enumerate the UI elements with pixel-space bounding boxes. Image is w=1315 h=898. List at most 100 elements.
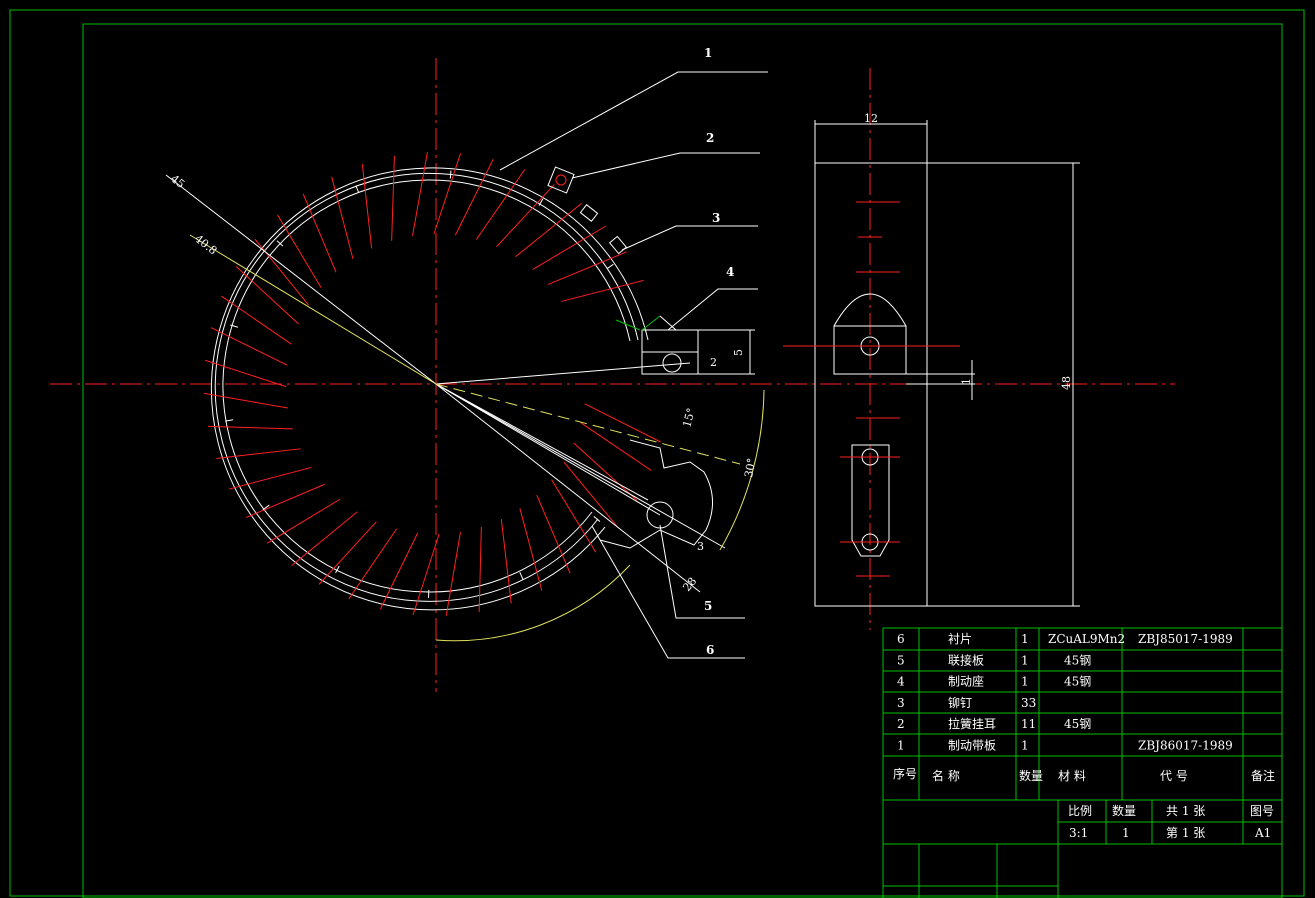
radial-tick bbox=[433, 153, 462, 235]
radial-tick bbox=[519, 508, 543, 591]
lining-gap bbox=[355, 185, 360, 194]
bom-cell-name: 拉簧挂耳 bbox=[948, 716, 996, 731]
bom-cell-material: 45钢 bbox=[1064, 675, 1091, 689]
radial-tick bbox=[547, 251, 627, 285]
lining-gap bbox=[449, 170, 452, 179]
bom-cell-material: 45钢 bbox=[1064, 717, 1091, 731]
bom-cell-qty: 33 bbox=[1021, 696, 1036, 710]
radial-tick bbox=[561, 279, 644, 302]
spring-ear bbox=[547, 166, 628, 255]
radial-tick bbox=[302, 193, 337, 273]
bom-cell-code: ZBJ86017-1989 bbox=[1138, 739, 1233, 753]
bom-cell-qty: 11 bbox=[1021, 717, 1036, 731]
bom-cell-name: 制动带板 bbox=[948, 739, 996, 753]
dim-12: 12 bbox=[864, 112, 878, 125]
dim-r45: 45 bbox=[168, 172, 187, 191]
dim-1: 1 bbox=[960, 378, 973, 385]
bom-cell-name: 制动座 bbox=[948, 674, 984, 689]
bom-cell-no: 6 bbox=[897, 632, 905, 646]
bom-cell-qty: 1 bbox=[1021, 675, 1029, 689]
bom-cell-qty: 1 bbox=[1021, 632, 1029, 646]
radial-tick bbox=[580, 422, 652, 471]
radial-tick bbox=[391, 155, 395, 241]
side-ticks bbox=[783, 201, 960, 577]
bom-cell-no: 1 bbox=[897, 739, 905, 753]
bom-cell-no: 2 bbox=[897, 717, 905, 731]
bom-cell-qty: 1 bbox=[1021, 739, 1029, 753]
label-drawing-no: 图号 bbox=[1250, 804, 1274, 818]
value-scale: 3:1 bbox=[1069, 826, 1088, 840]
bom-header: 序号 名 称 数量 材 料 代 号 备注 bbox=[893, 766, 1275, 783]
value-qty: 1 bbox=[1122, 826, 1130, 840]
seat-dim-lines bbox=[698, 329, 755, 375]
dim-28: 28 bbox=[680, 575, 699, 594]
center-lines bbox=[50, 58, 1175, 692]
brake-seat bbox=[641, 315, 699, 375]
radial-tick bbox=[500, 518, 512, 604]
dim-5: 5 bbox=[732, 349, 745, 356]
inner-border bbox=[82, 23, 1283, 898]
radial-tick bbox=[532, 225, 607, 270]
bom-cell-material: ZCuAL9Mn2 bbox=[1048, 632, 1125, 646]
dim-angle-30: 30° bbox=[742, 457, 758, 478]
bom-cell-name: 衬片 bbox=[948, 632, 972, 646]
header-code: 代 号 bbox=[1160, 769, 1188, 783]
radial-tick bbox=[291, 511, 358, 567]
callout-2: 2 bbox=[706, 131, 714, 145]
dim-3: 3 bbox=[697, 540, 704, 553]
callout-1: 1 bbox=[704, 46, 712, 60]
lining-gap bbox=[225, 419, 234, 422]
value-size: A1 bbox=[1254, 826, 1271, 840]
dim-angle-15: 15° bbox=[680, 407, 698, 429]
bom-cell-no: 5 bbox=[897, 653, 905, 667]
band-outer-arc bbox=[211, 167, 649, 611]
label-sheets-total: 共 1 张 bbox=[1166, 804, 1205, 818]
cad-drawing-canvas: 1 2 3 4 5 6 45 40.8 15° 30° 5 2 3 28 12 … bbox=[9, 9, 1305, 898]
header-qty: 数量 bbox=[1019, 768, 1043, 783]
header-no: 序号 bbox=[893, 766, 917, 781]
bom-cell-material: 45钢 bbox=[1064, 653, 1091, 667]
side-dims: 12 48 1 bbox=[864, 112, 1073, 390]
radial-tick bbox=[205, 359, 287, 388]
bom-cell-name: 联接板 bbox=[948, 652, 984, 667]
outer-border bbox=[9, 9, 1305, 897]
label-qty: 数量 bbox=[1112, 803, 1136, 818]
bom-cell-name: 铆钉 bbox=[948, 695, 972, 710]
radial-tick bbox=[221, 295, 292, 345]
radial-tick bbox=[584, 403, 661, 443]
header-name: 名 称 bbox=[932, 768, 960, 783]
bom-cell-no: 3 bbox=[897, 696, 905, 710]
bom-cell-qty: 1 bbox=[1021, 653, 1029, 667]
radial-tick bbox=[573, 442, 638, 501]
callout-5: 5 bbox=[704, 599, 712, 613]
label-scale: 比例 bbox=[1068, 804, 1092, 818]
radial-tick bbox=[445, 531, 461, 616]
radial-tick bbox=[412, 533, 440, 616]
callout-labels: 1 2 3 4 5 6 bbox=[704, 46, 734, 657]
brake-band-view bbox=[165, 152, 765, 642]
main-dims: 45 40.8 15° 30° 5 2 3 28 bbox=[168, 172, 758, 594]
callout-6: 6 bbox=[706, 643, 714, 657]
lining-gap bbox=[519, 571, 524, 580]
radial-tick bbox=[254, 238, 309, 306]
band-inner-arc bbox=[214, 172, 639, 602]
dim-2: 2 bbox=[710, 356, 717, 369]
radial-tick bbox=[515, 202, 582, 258]
dim-48: 48 bbox=[1060, 376, 1073, 390]
radial-tick bbox=[496, 184, 555, 248]
radial-tick bbox=[216, 448, 301, 459]
radial-tick bbox=[204, 392, 289, 409]
radial-tick bbox=[412, 152, 428, 236]
header-note: 备注 bbox=[1251, 768, 1275, 783]
radial-tick bbox=[207, 425, 293, 430]
bom-table bbox=[882, 627, 1283, 898]
dim-r40-8: 40.8 bbox=[192, 232, 219, 257]
yellow-dim-lines bbox=[189, 234, 765, 642]
radial-tick bbox=[266, 498, 341, 544]
lining-gap bbox=[606, 263, 614, 270]
side-view bbox=[814, 120, 1080, 607]
callout-3: 3 bbox=[712, 211, 720, 225]
radial-tick bbox=[478, 526, 482, 612]
bom-cell-code: ZBJ85017-1989 bbox=[1138, 632, 1233, 646]
header-material: 材 料 bbox=[1058, 769, 1086, 783]
